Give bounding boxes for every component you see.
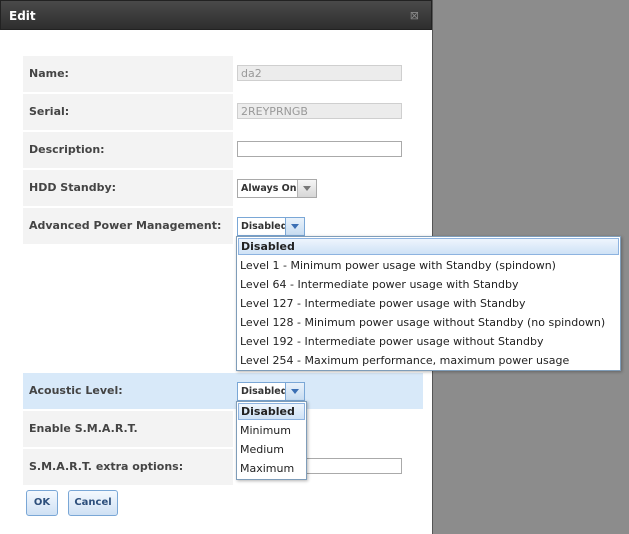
row-smart-extra: S.M.A.R.T. extra options:	[23, 449, 423, 485]
row-acoustic: Acoustic Level: Disabled	[23, 373, 423, 409]
acoustic-option[interactable]: Minimum	[237, 421, 306, 440]
chevron-down-icon[interactable]	[297, 180, 316, 197]
row-smart: Enable S.M.A.R.T.	[23, 411, 423, 447]
name-label: Name:	[23, 56, 233, 92]
acoustic-select[interactable]: Disabled	[237, 382, 305, 401]
chevron-down-icon[interactable]	[285, 218, 304, 235]
hdd-standby-select[interactable]: Always On	[237, 179, 317, 198]
acoustic-option[interactable]: Medium	[237, 440, 306, 459]
apm-label: Advanced Power Management:	[23, 208, 233, 244]
serial-label: Serial:	[23, 94, 233, 130]
apm-option[interactable]: Level 192 - Intermediate power usage wit…	[237, 332, 620, 351]
apm-select[interactable]: Disabled	[237, 217, 305, 236]
row-hdd-standby: HDD Standby: Always On	[23, 170, 423, 206]
description-label: Description:	[23, 132, 233, 168]
dialog-titlebar[interactable]: Edit ⊠	[0, 0, 432, 30]
apm-option[interactable]: Level 128 - Minimum power usage without …	[237, 313, 620, 332]
row-description: Description:	[23, 132, 423, 168]
ok-button[interactable]: OK	[26, 490, 58, 516]
acoustic-options-list: Disabled Minimum Medium Maximum	[236, 401, 307, 480]
cancel-button[interactable]: Cancel	[68, 490, 118, 516]
chevron-down-icon[interactable]	[285, 383, 304, 400]
apm-option[interactable]: Level 1 - Minimum power usage with Stand…	[237, 256, 620, 275]
row-name: Name:	[23, 56, 423, 92]
apm-options-list: Disabled Level 1 - Minimum power usage w…	[236, 236, 621, 371]
description-field[interactable]	[237, 141, 402, 157]
apm-option[interactable]: Level 254 - Maximum performance, maximum…	[237, 351, 620, 370]
dialog-title: Edit	[9, 9, 36, 23]
acoustic-value: Disabled	[241, 386, 288, 397]
hdd-standby-label: HDD Standby:	[23, 170, 233, 206]
apm-option[interactable]: Level 127 - Intermediate power usage wit…	[237, 294, 620, 313]
smart-label: Enable S.M.A.R.T.	[23, 411, 233, 447]
smart-extra-label: S.M.A.R.T. extra options:	[23, 449, 233, 485]
acoustic-option[interactable]: Disabled	[238, 403, 305, 420]
row-serial: Serial:	[23, 94, 423, 130]
apm-option[interactable]: Level 64 - Intermediate power usage with…	[237, 275, 620, 294]
apm-value: Disabled	[241, 221, 288, 232]
serial-field[interactable]	[237, 103, 402, 119]
name-field[interactable]	[237, 65, 402, 81]
acoustic-label: Acoustic Level:	[23, 373, 233, 409]
apm-option[interactable]: Disabled	[238, 238, 619, 255]
acoustic-option[interactable]: Maximum	[237, 459, 306, 478]
close-icon[interactable]: ⊠	[410, 1, 419, 31]
apm-label-spacer	[23, 244, 233, 366]
hdd-standby-value: Always On	[241, 183, 297, 194]
